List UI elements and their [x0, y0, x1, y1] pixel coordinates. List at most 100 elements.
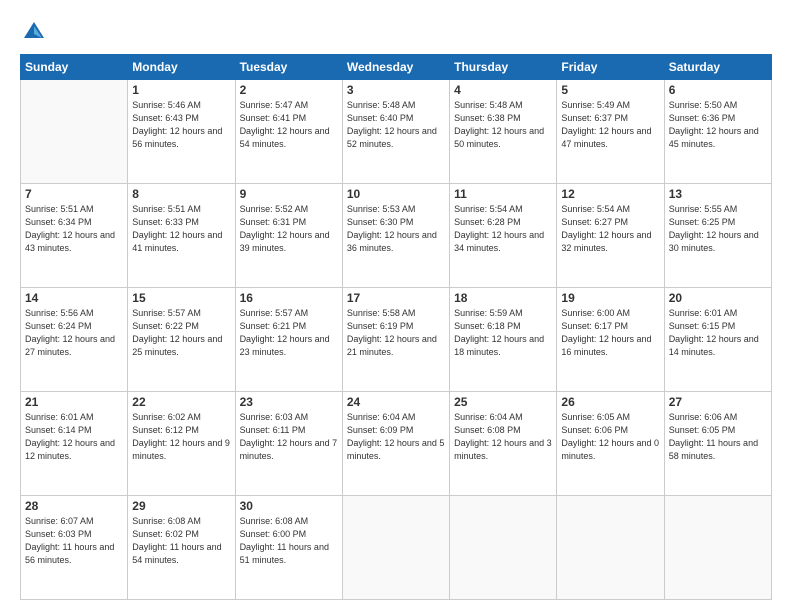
cell-info: Sunrise: 6:04 AM Sunset: 6:08 PM Dayligh…	[454, 411, 552, 463]
calendar-cell	[21, 80, 128, 184]
calendar-cell	[342, 496, 449, 600]
cell-info: Sunrise: 6:00 AM Sunset: 6:17 PM Dayligh…	[561, 307, 659, 359]
day-number: 8	[132, 187, 230, 201]
cell-info: Sunrise: 6:08 AM Sunset: 6:00 PM Dayligh…	[240, 515, 338, 567]
cell-info: Sunrise: 5:50 AM Sunset: 6:36 PM Dayligh…	[669, 99, 767, 151]
calendar-week-row: 28Sunrise: 6:07 AM Sunset: 6:03 PM Dayli…	[21, 496, 772, 600]
day-number: 5	[561, 83, 659, 97]
weekday-header-friday: Friday	[557, 55, 664, 80]
calendar-cell: 15 Sunrise: 5:57 AM Sunset: 6:22 PM Dayli…	[128, 288, 235, 392]
cell-info: Sunrise: 6:07 AM Sunset: 6:03 PM Dayligh…	[25, 515, 123, 567]
cell-info: Sunrise: 6:02 AM Sunset: 6:12 PM Dayligh…	[132, 411, 230, 463]
calendar-cell: 18 Sunrise: 5:59 AM Sunset: 6:18 PM Dayli…	[450, 288, 557, 392]
day-number: 9	[240, 187, 338, 201]
calendar-cell: 17 Sunrise: 5:58 AM Sunset: 6:19 PM Dayli…	[342, 288, 449, 392]
day-number: 6	[669, 83, 767, 97]
calendar-cell: 9 Sunrise: 5:52 AM Sunset: 6:31 PM Daylig…	[235, 184, 342, 288]
day-number: 16	[240, 291, 338, 305]
calendar-cell: 1 Sunrise: 5:46 AM Sunset: 6:43 PM Daylig…	[128, 80, 235, 184]
calendar-cell: 28Sunrise: 6:07 AM Sunset: 6:03 PM Dayli…	[21, 496, 128, 600]
day-number: 29	[132, 499, 230, 513]
calendar-cell: 14 Sunrise: 5:56 AM Sunset: 6:24 PM Dayli…	[21, 288, 128, 392]
day-number: 24	[347, 395, 445, 409]
cell-info: Sunrise: 5:57 AM Sunset: 6:22 PM Dayligh…	[132, 307, 230, 359]
calendar-cell	[664, 496, 771, 600]
weekday-header-wednesday: Wednesday	[342, 55, 449, 80]
weekday-header-tuesday: Tuesday	[235, 55, 342, 80]
weekday-header-monday: Monday	[128, 55, 235, 80]
cell-info: Sunrise: 5:59 AM Sunset: 6:18 PM Dayligh…	[454, 307, 552, 359]
day-number: 23	[240, 395, 338, 409]
cell-info: Sunrise: 5:57 AM Sunset: 6:21 PM Dayligh…	[240, 307, 338, 359]
cell-info: Sunrise: 5:56 AM Sunset: 6:24 PM Dayligh…	[25, 307, 123, 359]
calendar-cell: 11Sunrise: 5:54 AM Sunset: 6:28 PM Dayli…	[450, 184, 557, 288]
weekday-header-saturday: Saturday	[664, 55, 771, 80]
logo-icon	[20, 18, 48, 46]
calendar-cell: 13 Sunrise: 5:55 AM Sunset: 6:25 PM Dayli…	[664, 184, 771, 288]
calendar-cell	[450, 496, 557, 600]
calendar-cell: 19 Sunrise: 6:00 AM Sunset: 6:17 PM Dayli…	[557, 288, 664, 392]
cell-info: Sunrise: 5:51 AM Sunset: 6:34 PM Dayligh…	[25, 203, 123, 255]
calendar-cell: 16 Sunrise: 5:57 AM Sunset: 6:21 PM Dayli…	[235, 288, 342, 392]
weekday-header-row: SundayMondayTuesdayWednesdayThursdayFrid…	[21, 55, 772, 80]
cell-info: Sunrise: 5:48 AM Sunset: 6:40 PM Dayligh…	[347, 99, 445, 151]
day-number: 19	[561, 291, 659, 305]
calendar-cell: 10Sunrise: 5:53 AM Sunset: 6:30 PM Dayli…	[342, 184, 449, 288]
cell-info: Sunrise: 6:01 AM Sunset: 6:15 PM Dayligh…	[669, 307, 767, 359]
day-number: 17	[347, 291, 445, 305]
weekday-header-sunday: Sunday	[21, 55, 128, 80]
cell-info: Sunrise: 5:55 AM Sunset: 6:25 PM Dayligh…	[669, 203, 767, 255]
calendar-week-row: 1 Sunrise: 5:46 AM Sunset: 6:43 PM Daylig…	[21, 80, 772, 184]
cell-info: Sunrise: 5:46 AM Sunset: 6:43 PM Dayligh…	[132, 99, 230, 151]
cell-info: Sunrise: 6:08 AM Sunset: 6:02 PM Dayligh…	[132, 515, 230, 567]
day-number: 20	[669, 291, 767, 305]
day-number: 7	[25, 187, 123, 201]
calendar-cell: 2 Sunrise: 5:47 AM Sunset: 6:41 PM Daylig…	[235, 80, 342, 184]
cell-info: Sunrise: 6:04 AM Sunset: 6:09 PM Dayligh…	[347, 411, 445, 463]
calendar-cell: 4 Sunrise: 5:48 AM Sunset: 6:38 PM Daylig…	[450, 80, 557, 184]
cell-info: Sunrise: 5:58 AM Sunset: 6:19 PM Dayligh…	[347, 307, 445, 359]
day-number: 14	[25, 291, 123, 305]
day-number: 21	[25, 395, 123, 409]
calendar-cell: 24 Sunrise: 6:04 AM Sunset: 6:09 PM Dayli…	[342, 392, 449, 496]
day-number: 18	[454, 291, 552, 305]
day-number: 10	[347, 187, 445, 201]
calendar-cell: 12Sunrise: 5:54 AM Sunset: 6:27 PM Dayli…	[557, 184, 664, 288]
calendar-cell: 20 Sunrise: 6:01 AM Sunset: 6:15 PM Dayli…	[664, 288, 771, 392]
calendar-cell	[557, 496, 664, 600]
day-number: 15	[132, 291, 230, 305]
calendar-cell: 5 Sunrise: 5:49 AM Sunset: 6:37 PM Daylig…	[557, 80, 664, 184]
cell-info: Sunrise: 6:03 AM Sunset: 6:11 PM Dayligh…	[240, 411, 338, 463]
logo	[20, 18, 52, 46]
cell-info: Sunrise: 5:52 AM Sunset: 6:31 PM Dayligh…	[240, 203, 338, 255]
day-number: 3	[347, 83, 445, 97]
day-number: 1	[132, 83, 230, 97]
calendar-week-row: 14 Sunrise: 5:56 AM Sunset: 6:24 PM Dayli…	[21, 288, 772, 392]
calendar-cell: 26Sunrise: 6:05 AM Sunset: 6:06 PM Dayli…	[557, 392, 664, 496]
calendar-cell: 23 Sunrise: 6:03 AM Sunset: 6:11 PM Dayli…	[235, 392, 342, 496]
calendar-cell: 8 Sunrise: 5:51 AM Sunset: 6:33 PM Daylig…	[128, 184, 235, 288]
day-number: 11	[454, 187, 552, 201]
cell-info: Sunrise: 5:51 AM Sunset: 6:33 PM Dayligh…	[132, 203, 230, 255]
day-number: 22	[132, 395, 230, 409]
calendar-cell: 30Sunrise: 6:08 AM Sunset: 6:00 PM Dayli…	[235, 496, 342, 600]
calendar-cell: 21 Sunrise: 6:01 AM Sunset: 6:14 PM Dayli…	[21, 392, 128, 496]
weekday-header-thursday: Thursday	[450, 55, 557, 80]
calendar-table: SundayMondayTuesdayWednesdayThursdayFrid…	[20, 54, 772, 600]
day-number: 27	[669, 395, 767, 409]
cell-info: Sunrise: 5:49 AM Sunset: 6:37 PM Dayligh…	[561, 99, 659, 151]
calendar-cell: 29 Sunrise: 6:08 AM Sunset: 6:02 PM Dayli…	[128, 496, 235, 600]
day-number: 25	[454, 395, 552, 409]
cell-info: Sunrise: 6:06 AM Sunset: 6:05 PM Dayligh…	[669, 411, 767, 463]
day-number: 13	[669, 187, 767, 201]
calendar-week-row: 7 Sunrise: 5:51 AM Sunset: 6:34 PM Daylig…	[21, 184, 772, 288]
day-number: 12	[561, 187, 659, 201]
day-number: 4	[454, 83, 552, 97]
calendar-cell: 7 Sunrise: 5:51 AM Sunset: 6:34 PM Daylig…	[21, 184, 128, 288]
day-number: 26	[561, 395, 659, 409]
cell-info: Sunrise: 5:47 AM Sunset: 6:41 PM Dayligh…	[240, 99, 338, 151]
calendar-week-row: 21 Sunrise: 6:01 AM Sunset: 6:14 PM Dayli…	[21, 392, 772, 496]
cell-info: Sunrise: 5:48 AM Sunset: 6:38 PM Dayligh…	[454, 99, 552, 151]
cell-info: Sunrise: 6:01 AM Sunset: 6:14 PM Dayligh…	[25, 411, 123, 463]
day-number: 2	[240, 83, 338, 97]
